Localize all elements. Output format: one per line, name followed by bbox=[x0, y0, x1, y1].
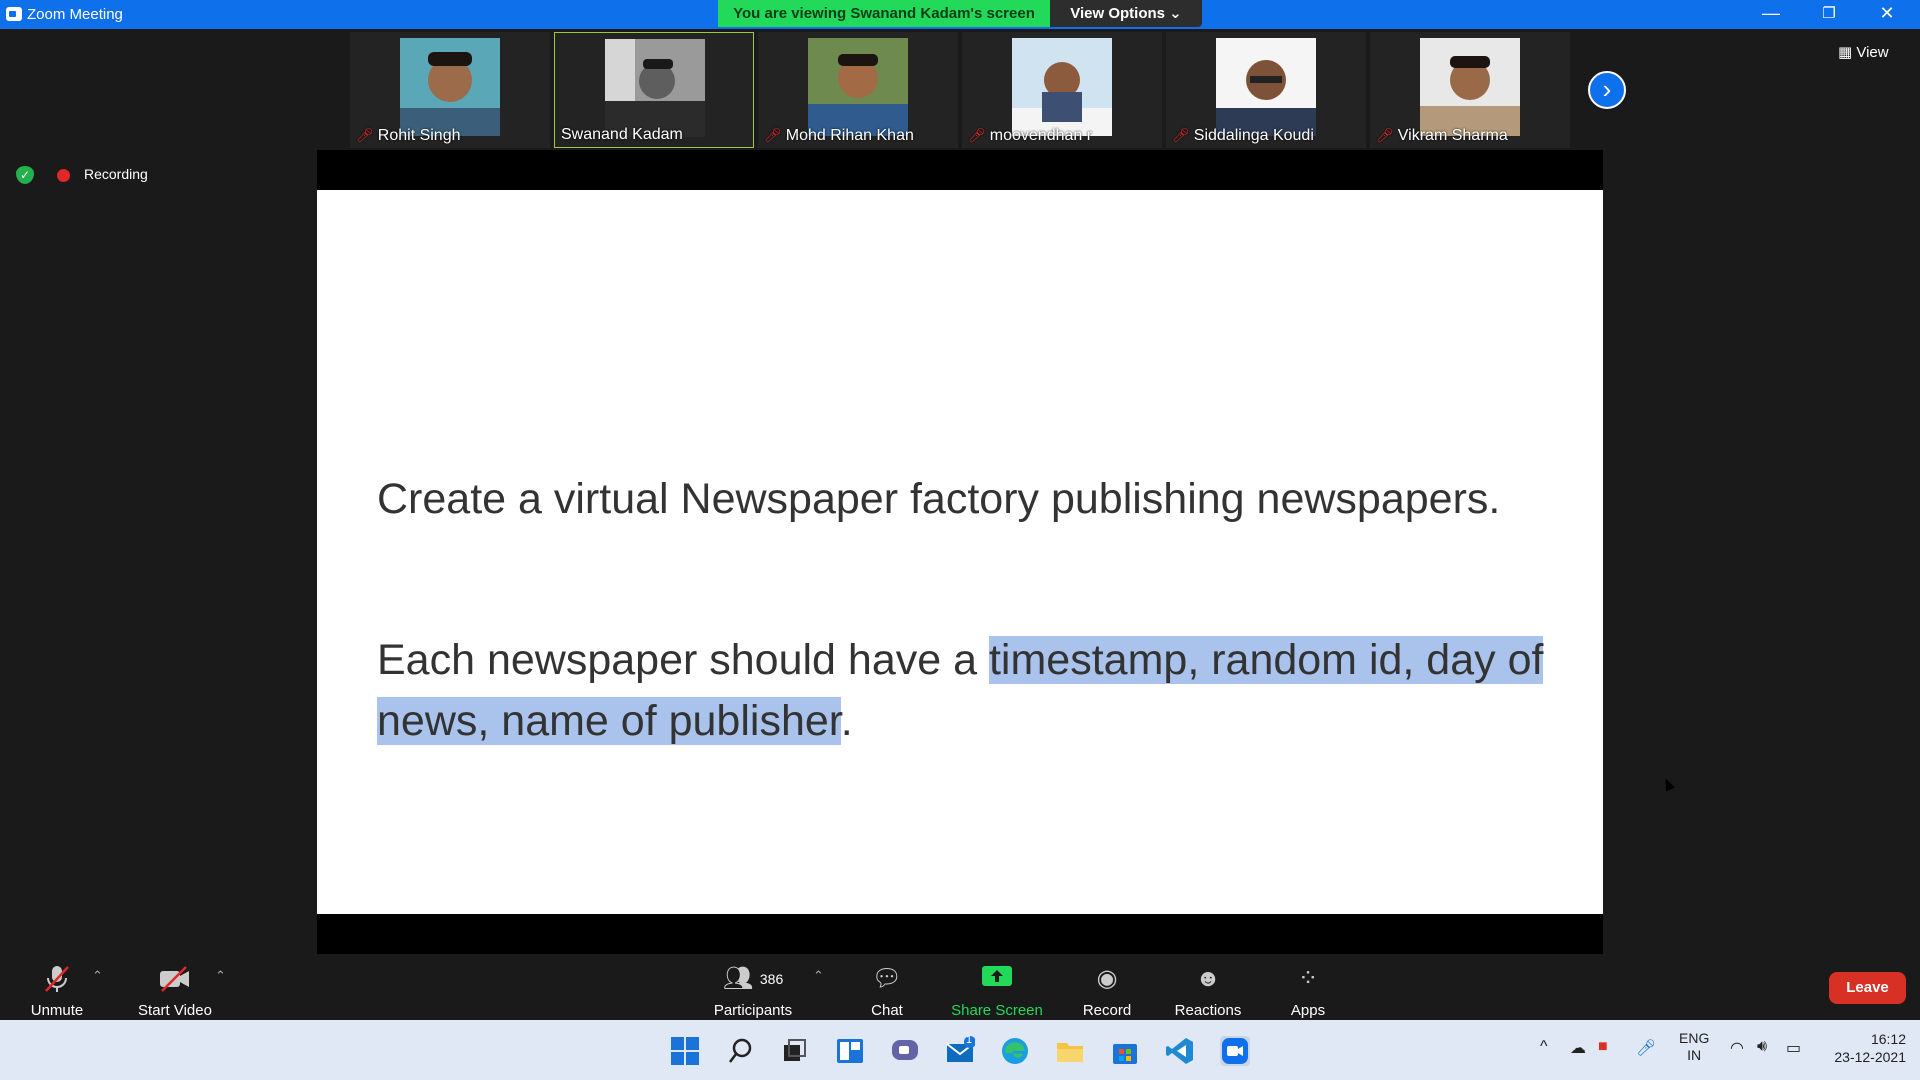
close-button[interactable]: ✕ bbox=[1858, 0, 1916, 29]
video-off-icon bbox=[130, 964, 220, 994]
share-screen-button[interactable]: Share Screen bbox=[947, 964, 1047, 1019]
wifi-icon[interactable]: ◠ bbox=[1730, 1038, 1744, 1058]
grid-icon: ▦ bbox=[1838, 44, 1857, 61]
audio-options-caret-icon[interactable]: ⌃ bbox=[92, 968, 103, 984]
reactions-icon: ☻ bbox=[1195, 965, 1221, 992]
search-icon[interactable] bbox=[726, 1036, 756, 1066]
mic-muted-icon: 🎤︎ bbox=[356, 127, 374, 143]
view-button[interactable]: ▦ View bbox=[1838, 39, 1902, 67]
mouse-cursor-icon bbox=[1660, 776, 1676, 792]
chat-icon: 💬︎ bbox=[871, 965, 903, 992]
participant-tile[interactable]: 🎤︎ Mohd Rihan Khan bbox=[758, 32, 958, 148]
participant-tile[interactable]: 🎤︎ Siddalinga Koudi bbox=[1166, 32, 1366, 148]
slide-line-2: Each newspaper should have a timestamp, … bbox=[377, 636, 1544, 745]
participant-name: 🎤︎ Vikram Sharma bbox=[1376, 127, 1508, 144]
participant-photo bbox=[1012, 38, 1112, 136]
task-view-icon[interactable] bbox=[780, 1036, 810, 1066]
language-indicator[interactable]: ENG IN bbox=[1679, 1030, 1709, 1064]
title-bar: Zoom Meeting You are viewing Swanand Kad… bbox=[0, 0, 1920, 29]
view-options-button[interactable]: View Options ⌄ bbox=[1050, 0, 1202, 27]
participant-name: 🎤︎ moovendhan r bbox=[968, 127, 1093, 144]
microphone-in-use-icon[interactable]: 🎤︎ bbox=[1636, 1038, 1656, 1058]
apps-button[interactable]: ⁘ Apps bbox=[1283, 964, 1333, 1019]
mail-badge: 1 bbox=[966, 1034, 973, 1046]
leave-button[interactable]: Leave bbox=[1829, 972, 1906, 1004]
participants-button[interactable]: 👥︎ 386 Participants bbox=[700, 964, 806, 1019]
reactions-button[interactable]: ☻ Reactions bbox=[1168, 964, 1248, 1019]
record-icon: ◉ bbox=[1096, 965, 1118, 992]
participants-options-caret-icon[interactable]: ⌃ bbox=[813, 968, 824, 984]
encryption-shield-icon[interactable]: ✓ bbox=[16, 166, 34, 184]
onedrive-icon[interactable]: ☁︎ bbox=[1570, 1038, 1586, 1058]
recording-label: Recording bbox=[84, 166, 148, 182]
participant-name: 🎤︎ Rohit Singh bbox=[356, 127, 461, 144]
unmute-button[interactable]: Unmute bbox=[22, 964, 92, 1019]
vscode-icon[interactable] bbox=[1165, 1036, 1195, 1066]
windows-taskbar: 1 ^ ☁︎ ■ 🎤︎ ENG IN ◠ 🔊︎ ▭ 16:12 23-12-2021 bbox=[0, 1020, 1920, 1080]
next-page-arrow-icon[interactable]: › bbox=[1588, 71, 1626, 109]
apps-icon: ⁘ bbox=[1297, 965, 1319, 992]
mail-icon[interactable]: 1 bbox=[945, 1034, 976, 1066]
file-explorer-icon[interactable] bbox=[1055, 1036, 1085, 1066]
teams-chat-icon[interactable] bbox=[890, 1036, 920, 1066]
participant-tile[interactable]: 🎤︎ Rohit Singh bbox=[350, 32, 550, 148]
zoom-taskbar-icon[interactable] bbox=[1220, 1036, 1250, 1066]
security-alert-icon[interactable]: ■ bbox=[1598, 1038, 1608, 1056]
mic-muted-icon: 🎤︎ bbox=[764, 127, 782, 143]
meeting-toolbar: Unmute ⌃ Start Video ⌃ 👥︎ 386 Participan… bbox=[0, 954, 1920, 1020]
chat-button[interactable]: 💬︎ Chat bbox=[857, 964, 917, 1019]
minimize-button[interactable]: — bbox=[1742, 0, 1800, 29]
participant-name: 🎤︎ Siddalinga Koudi bbox=[1172, 127, 1314, 144]
slide-content: Create a virtual Newspaper factory publi… bbox=[317, 190, 1676, 914]
window-title: Zoom Meeting bbox=[27, 6, 123, 23]
participant-photo bbox=[1216, 38, 1316, 136]
clock[interactable]: 16:12 23-12-2021 bbox=[1828, 1030, 1906, 1066]
restore-button[interactable]: ❐ bbox=[1800, 0, 1858, 29]
record-button[interactable]: ◉ Record bbox=[1077, 964, 1137, 1019]
participant-photo bbox=[808, 38, 908, 136]
video-options-caret-icon[interactable]: ⌃ bbox=[215, 968, 226, 984]
widgets-icon[interactable] bbox=[835, 1036, 865, 1066]
share-screen-icon bbox=[947, 964, 1047, 994]
participant-photo bbox=[1420, 38, 1520, 136]
slide-line-1: Create a virtual Newspaper factory publi… bbox=[377, 475, 1501, 523]
participant-name: 🎤︎ Mohd Rihan Khan bbox=[764, 127, 914, 144]
mic-muted-icon: 🎤︎ bbox=[968, 127, 986, 143]
participants-icon: 👥︎ bbox=[722, 965, 754, 992]
volume-icon[interactable]: 🔊︎ bbox=[1757, 1038, 1767, 1056]
microsoft-store-icon[interactable] bbox=[1110, 1036, 1140, 1066]
participant-tile-active[interactable]: Swanand Kadam bbox=[554, 32, 754, 148]
show-hidden-icons-icon[interactable]: ^ bbox=[1540, 1038, 1548, 1056]
participant-count: 386 bbox=[759, 971, 784, 987]
battery-icon[interactable]: ▭ bbox=[1786, 1038, 1801, 1058]
participant-name: Swanand Kadam bbox=[561, 126, 683, 143]
mic-muted-icon: 🎤︎ bbox=[1376, 127, 1394, 143]
mic-muted-icon bbox=[22, 964, 92, 994]
participant-tile[interactable]: 🎤︎ moovendhan r bbox=[962, 32, 1162, 148]
participant-photo bbox=[400, 38, 500, 136]
mic-muted-icon: 🎤︎ bbox=[1172, 127, 1190, 143]
zoom-logo-icon bbox=[6, 7, 22, 21]
viewing-banner: You are viewing Swanand Kadam's screen bbox=[718, 0, 1050, 27]
start-video-button[interactable]: Start Video bbox=[130, 964, 220, 1019]
windows-start-icon[interactable] bbox=[670, 1036, 700, 1066]
edge-browser-icon[interactable] bbox=[1000, 1036, 1030, 1066]
recording-dot-icon bbox=[57, 169, 70, 182]
participant-tile[interactable]: 🎤︎ Vikram Sharma bbox=[1370, 32, 1570, 148]
participant-photo bbox=[605, 39, 705, 137]
